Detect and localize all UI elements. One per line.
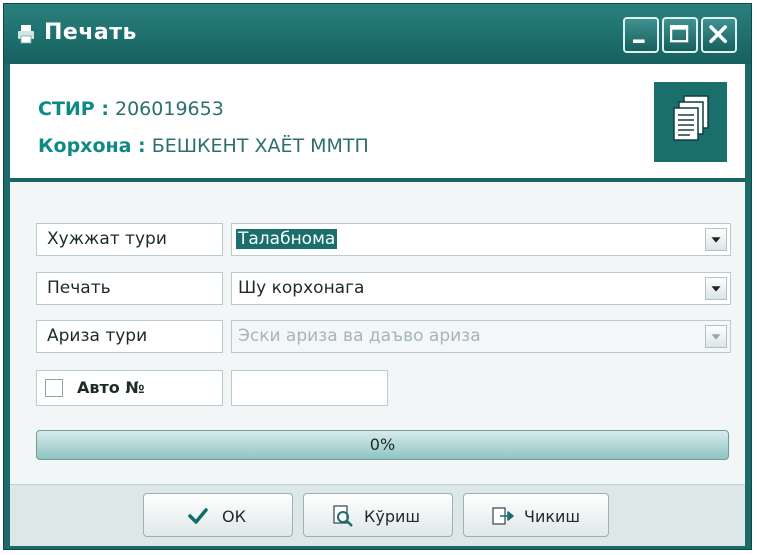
minimize-button[interactable]: [623, 17, 659, 53]
auto-number-box: Авто №: [36, 370, 223, 406]
auto-number-checkbox[interactable]: [45, 379, 63, 397]
chevron-down-icon: [711, 237, 721, 243]
stir-line: СТИР : 206019653: [38, 98, 224, 120]
stir-value: 206019653: [115, 98, 224, 120]
dialog-body: СТИР : 206019653 Корхона : БЕШКЕНТ ХАЁТ …: [10, 64, 745, 546]
magnifier-document-icon: [333, 505, 353, 527]
stir-label: СТИР :: [38, 98, 109, 120]
print-select[interactable]: Шу корхонага: [231, 272, 731, 305]
chevron-down-icon: [711, 286, 721, 292]
exit-button[interactable]: Чикиш: [463, 493, 609, 537]
maximize-icon: [670, 25, 689, 43]
company-value: БЕШКЕНТ ХАЁТ ММТП: [151, 135, 369, 157]
request-type-value: Эски ариза ва даъво ариза: [238, 326, 481, 346]
view-label: Кўриш: [364, 507, 421, 526]
doc-type-value: Талабнома: [236, 229, 338, 249]
close-icon: [709, 25, 727, 43]
ok-label: ОК: [222, 507, 246, 526]
print-dropdown-button[interactable]: [705, 277, 727, 300]
doc-type-dropdown-button[interactable]: [705, 228, 727, 251]
close-button[interactable]: [701, 17, 737, 53]
button-bar: ОК Кўриш Чикиш: [10, 484, 745, 546]
request-type-select: Эски ариза ва даъво ариза: [231, 320, 731, 353]
company-label: Корхона :: [38, 135, 146, 157]
chevron-down-icon: [711, 334, 721, 340]
print-label: Печать: [36, 272, 223, 305]
printer-icon: [16, 24, 36, 44]
request-type-dropdown-button: [705, 325, 727, 348]
documents-icon: [654, 82, 727, 162]
doc-type-select[interactable]: Талабнома: [231, 223, 731, 256]
checkmark-icon: [188, 508, 208, 524]
info-header: СТИР : 206019653 Корхона : БЕШКЕНТ ХАЁТ …: [10, 64, 745, 182]
window-title: Печать: [44, 20, 137, 45]
print-dialog: Печать СТИР : 206019653 Корхона : БЕШКЕН…: [3, 3, 752, 550]
minimize-icon: [633, 39, 645, 43]
print-value: Шу корхонага: [238, 278, 365, 298]
exit-label: Чикиш: [524, 507, 581, 526]
title-bar[interactable]: Печать: [4, 4, 751, 64]
auto-number-input[interactable]: [231, 370, 388, 406]
doc-type-label: Хужжат тури: [36, 223, 223, 256]
ok-button[interactable]: ОК: [143, 493, 293, 537]
maximize-button[interactable]: [662, 17, 698, 53]
request-type-label: Ариза тури: [36, 320, 223, 353]
auto-number-label[interactable]: Авто №: [77, 378, 145, 398]
exit-arrow-icon: [492, 507, 514, 525]
company-line: Корхона : БЕШКЕНТ ХАЁТ ММТП: [38, 135, 369, 157]
view-button[interactable]: Кўриш: [303, 493, 453, 537]
progress-bar: 0%: [36, 430, 729, 460]
progress-text: 0%: [369, 435, 396, 454]
